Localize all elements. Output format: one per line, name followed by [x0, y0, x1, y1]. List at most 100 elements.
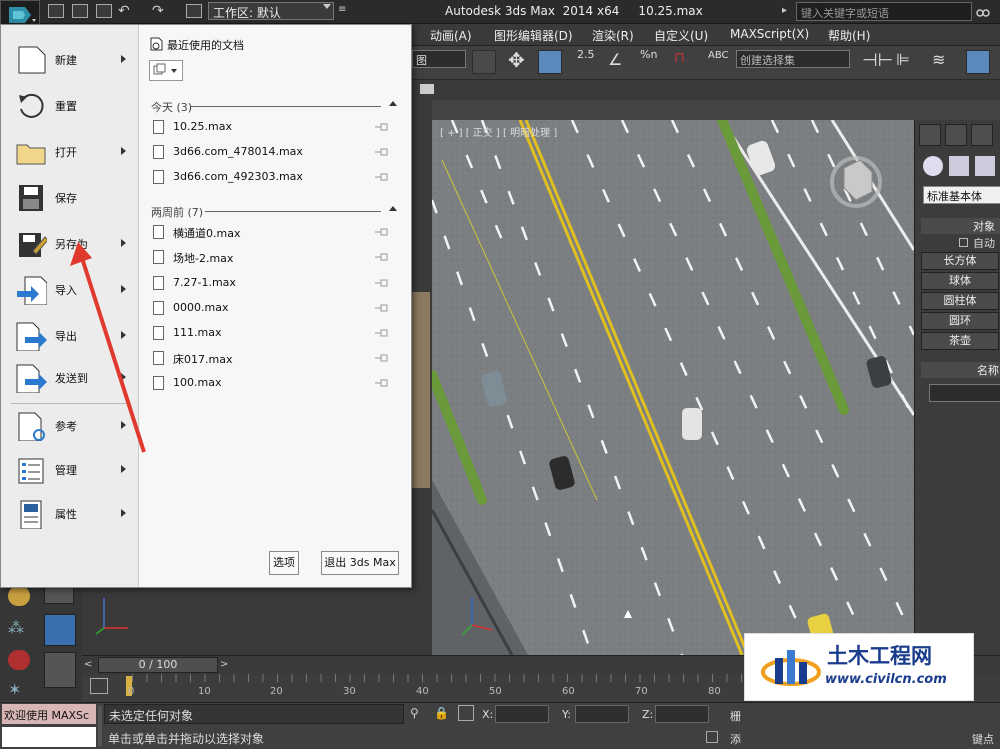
- menu-new[interactable]: 新建: [1, 39, 139, 81]
- recent-file-item[interactable]: 111.max: [153, 323, 397, 345]
- collapse-caret-icon[interactable]: [389, 206, 397, 211]
- reference-coord-dropdown[interactable]: 图: [412, 50, 466, 68]
- x-coordinate-input[interactable]: [495, 705, 549, 723]
- mini-viewport[interactable]: [82, 588, 412, 655]
- create-tab-icon[interactable]: [919, 124, 941, 146]
- pivot-center-icon[interactable]: [472, 50, 496, 74]
- align-icon[interactable]: ⊫: [896, 50, 910, 69]
- maxscript-input[interactable]: [2, 727, 96, 747]
- recent-file-item[interactable]: 10.25.max: [153, 117, 397, 139]
- add-time-tag-icon[interactable]: [706, 731, 718, 743]
- save-file-icon[interactable]: [96, 4, 112, 18]
- layer-manager-icon[interactable]: ≋: [932, 50, 945, 69]
- autogrid-checkbox[interactable]: [959, 238, 968, 247]
- open-file-icon[interactable]: [72, 4, 88, 18]
- pin-icon[interactable]: [375, 147, 389, 157]
- pose-icon[interactable]: ✶: [8, 680, 21, 699]
- named-selection-set-dropdown[interactable]: 创建选择集: [736, 50, 850, 68]
- scene-explorer-button[interactable]: [44, 652, 76, 688]
- lock-icon[interactable]: 🔒: [434, 706, 449, 720]
- menu-help[interactable]: 帮助(H): [828, 27, 870, 44]
- menu-save[interactable]: 保存: [1, 177, 139, 219]
- menu-maxscript[interactable]: MAXScript(X): [730, 27, 809, 41]
- object-type-rollout[interactable]: 对象: [921, 218, 1000, 234]
- collapse-caret-icon[interactable]: [389, 101, 397, 106]
- material-icon[interactable]: [8, 586, 30, 606]
- mini-curve-editor-icon[interactable]: [90, 678, 108, 694]
- hierarchy-tab-icon[interactable]: [971, 124, 993, 146]
- pin-icon[interactable]: [375, 227, 389, 237]
- torus-button[interactable]: 圆环: [921, 312, 999, 330]
- particles-icon[interactable]: ⁂: [8, 618, 30, 638]
- menu-animation[interactable]: 动画(A): [430, 27, 472, 44]
- binoculars-icon[interactable]: [976, 4, 990, 18]
- viewport-layout-button[interactable]: [44, 614, 76, 646]
- move-icon[interactable]: ✥: [508, 48, 525, 72]
- options-button[interactable]: 选项: [269, 551, 299, 575]
- mirror-icon[interactable]: ⊣⊢: [862, 50, 893, 71]
- pin-icon[interactable]: [375, 328, 389, 338]
- menu-customize[interactable]: 自定义(U): [654, 27, 708, 44]
- pin-icon[interactable]: [375, 172, 389, 182]
- recent-file-item[interactable]: 场地-2.max: [153, 247, 397, 269]
- exit-3dsmax-button[interactable]: 退出 3ds Max: [321, 551, 399, 575]
- slider-prev-icon[interactable]: <: [84, 659, 92, 670]
- snap-toggle-icon[interactable]: 2.5: [577, 48, 595, 61]
- ribbon-toggle-icon[interactable]: [966, 50, 990, 74]
- modify-tab-icon[interactable]: [945, 124, 967, 146]
- menu-open[interactable]: 打开: [1, 131, 139, 173]
- geometry-icon[interactable]: [923, 156, 943, 176]
- recent-file-item[interactable]: 100.max: [153, 373, 397, 395]
- qa-more-icon[interactable]: ≡: [338, 4, 346, 15]
- search-expand-icon[interactable]: ▸: [782, 5, 787, 16]
- menu-properties[interactable]: 属性: [1, 493, 139, 535]
- slider-next-icon[interactable]: >: [220, 659, 228, 670]
- time-slider[interactable]: 0 / 100: [98, 657, 218, 673]
- lights-icon[interactable]: [975, 156, 995, 176]
- y-coordinate-input[interactable]: [575, 705, 629, 723]
- cylinder-button[interactable]: 圆柱体: [921, 292, 999, 310]
- maxscript-listener[interactable]: 欢迎使用 MAXSc: [2, 704, 96, 724]
- render-icon[interactable]: [8, 650, 30, 670]
- pin-icon[interactable]: [375, 252, 389, 262]
- absolute-mode-icon[interactable]: [458, 705, 474, 721]
- recent-file-item[interactable]: 横通道0.max: [153, 222, 397, 244]
- sphere-button[interactable]: 球体: [921, 272, 999, 290]
- search-input[interactable]: 键入关键字或短语: [796, 2, 972, 21]
- isolate-icon[interactable]: ⚲: [410, 706, 419, 720]
- undo-icon[interactable]: ↶: [118, 3, 130, 19]
- name-color-rollout[interactable]: 名称: [921, 362, 1000, 378]
- menu-reset[interactable]: 重置: [1, 85, 139, 127]
- viewport-layout-icon[interactable]: [420, 84, 434, 94]
- edit-named-selection-icon[interactable]: ABC: [708, 50, 729, 74]
- spinner-snap-icon[interactable]: ⊓: [674, 50, 685, 66]
- recent-file-item[interactable]: 7.27-1.max: [153, 273, 397, 295]
- recent-file-item[interactable]: 3d66.com_492303.max: [153, 167, 397, 189]
- percent-snap-icon[interactable]: %n: [640, 48, 657, 61]
- new-scene-icon[interactable]: [48, 4, 64, 18]
- pin-icon[interactable]: [375, 378, 389, 388]
- shapes-icon[interactable]: [949, 156, 969, 176]
- angle-snap-icon[interactable]: ∠: [608, 50, 622, 69]
- menu-graph-editors[interactable]: 图形编辑器(D): [494, 27, 573, 44]
- redo-icon[interactable]: ↷: [152, 3, 164, 19]
- recent-file-item[interactable]: 0000.max: [153, 298, 397, 320]
- box-button[interactable]: 长方体: [921, 252, 999, 270]
- pin-icon[interactable]: [375, 278, 389, 288]
- pin-icon[interactable]: [375, 353, 389, 363]
- z-coordinate-input[interactable]: [655, 705, 709, 723]
- pin-icon[interactable]: [375, 122, 389, 132]
- pin-icon[interactable]: [375, 303, 389, 313]
- recent-file-item[interactable]: 床017.max: [153, 348, 397, 370]
- recent-view-dropdown[interactable]: [149, 60, 183, 81]
- viewport[interactable]: [ + ] [ 正交 ] [ 明暗处理 ]: [432, 120, 914, 655]
- workspace-dropdown[interactable]: 工作区: 默认: [208, 2, 334, 20]
- play-icon[interactable]: [44, 586, 74, 604]
- teapot-button[interactable]: 茶壶: [921, 332, 999, 350]
- object-category-dropdown[interactable]: 标准基本体: [923, 186, 1000, 204]
- project-folder-icon[interactable]: [186, 4, 202, 18]
- select-manipulate-icon[interactable]: [538, 50, 562, 74]
- recent-file-item[interactable]: 3d66.com_478014.max: [153, 142, 397, 164]
- object-name-input[interactable]: [929, 384, 1000, 402]
- menu-rendering[interactable]: 渲染(R): [592, 27, 634, 44]
